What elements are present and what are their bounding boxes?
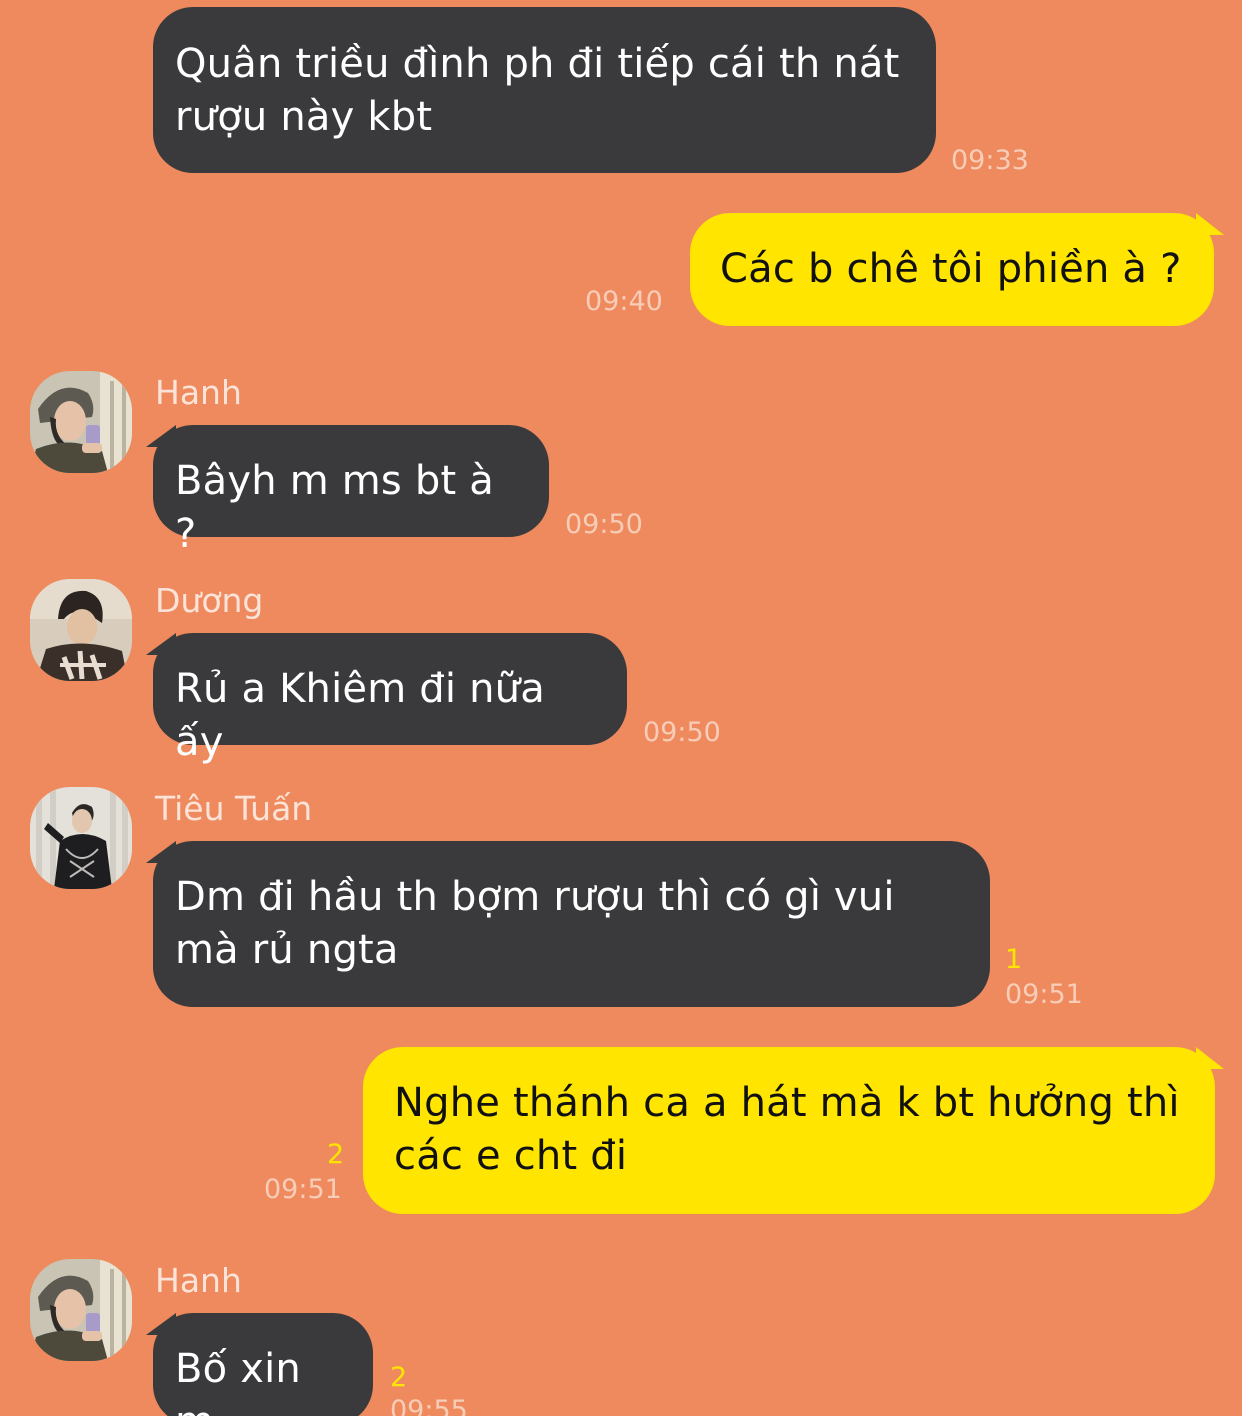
bubble-tail xyxy=(1196,213,1224,235)
sender-name: Hanh xyxy=(155,1261,242,1300)
message-timestamp: 09:51 xyxy=(1005,979,1083,1010)
message-text: Rủ a Khiêm đi nữa ấy xyxy=(175,666,545,765)
bubble-tail xyxy=(1196,1047,1224,1069)
message-bubble-incoming[interactable]: Rủ a Khiêm đi nữa ấy xyxy=(153,633,627,765)
sender-name: Tiêu Tuấn xyxy=(155,789,313,828)
chat-message-list[interactable]: Quân triều đình ph đi tiếp cái th nát rư… xyxy=(0,0,1242,1416)
unread-count: 1 xyxy=(1005,944,1023,975)
message-bubble-outgoing[interactable]: Các b chê tôi phiền à ? xyxy=(690,213,1214,326)
message-text: Nghe thánh ca a hát mà k bt hưởng thì cá… xyxy=(394,1080,1180,1179)
unread-count: 2 xyxy=(327,1139,345,1170)
avatar-tieu-tuan[interactable] xyxy=(30,787,132,889)
message-text: Bâyh m ms bt à ? xyxy=(175,458,494,557)
avatar-hanh[interactable] xyxy=(30,1259,132,1361)
message-text: Các b chê tôi phiền à ? xyxy=(720,246,1182,292)
message-timestamp: 09:50 xyxy=(565,509,643,540)
sender-name: Dương xyxy=(155,581,264,620)
message-text: Bố xin m xyxy=(175,1346,301,1416)
message-timestamp: 09:55 xyxy=(390,1395,468,1416)
message-text: Quân triều đình ph đi tiếp cái th nát rư… xyxy=(175,41,900,140)
avatar-duong[interactable] xyxy=(30,579,132,681)
sender-name: Hanh xyxy=(155,373,242,412)
message-timestamp: 09:33 xyxy=(951,145,1029,176)
message-bubble-incoming[interactable]: Bố xin m xyxy=(153,1313,373,1416)
message-timestamp: 09:40 xyxy=(585,286,663,317)
message-text: Dm đi hầu th bợm rượu thì có gì vui mà r… xyxy=(175,874,895,973)
message-timestamp: 09:50 xyxy=(643,717,721,748)
message-bubble-incoming[interactable]: Dm đi hầu th bợm rượu thì có gì vui mà r… xyxy=(153,841,990,1007)
message-bubble-incoming[interactable]: Bâyh m ms bt à ? xyxy=(153,425,549,557)
message-bubble-outgoing[interactable]: Nghe thánh ca a hát mà k bt hưởng thì cá… xyxy=(363,1047,1215,1214)
unread-count: 2 xyxy=(390,1362,408,1393)
message-timestamp: 09:51 xyxy=(264,1174,342,1205)
message-bubble-incoming[interactable]: Quân triều đình ph đi tiếp cái th nát rư… xyxy=(153,7,936,173)
avatar-hanh[interactable] xyxy=(30,371,132,473)
